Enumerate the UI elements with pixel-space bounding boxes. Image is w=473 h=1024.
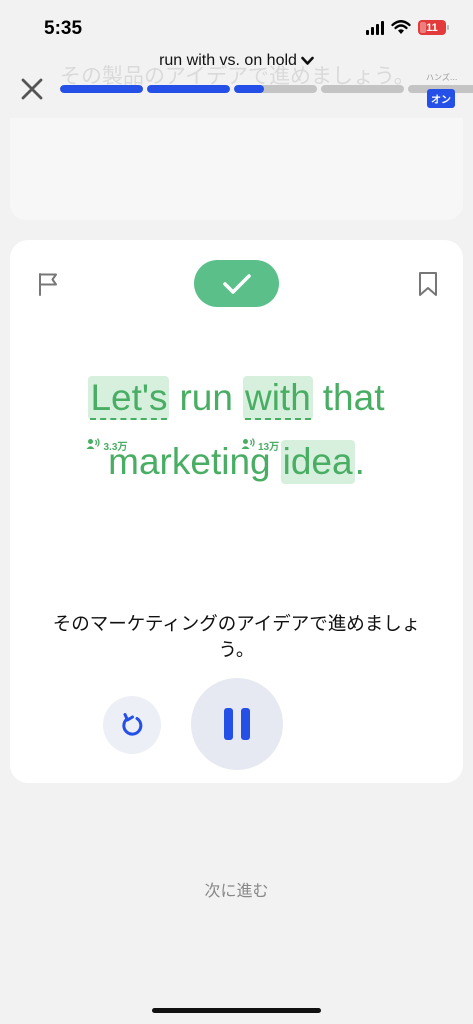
- bookmark-icon[interactable]: [417, 271, 439, 297]
- progress-segment: [234, 85, 317, 93]
- word-text: .: [354, 441, 365, 482]
- pause-icon: [224, 708, 233, 740]
- sentence-line-1: Let's 3.3万 run with 13万 that: [10, 376, 463, 453]
- handsfree-toggle[interactable]: オン: [427, 89, 455, 108]
- previous-card: [10, 118, 463, 220]
- sentence-word: that: [323, 376, 385, 420]
- wifi-icon: [391, 20, 411, 34]
- correct-badge: [194, 260, 279, 307]
- flag-icon[interactable]: [36, 271, 60, 297]
- word-text: Let's: [90, 377, 168, 420]
- status-icons: 11: [366, 20, 449, 35]
- lesson-progress: [60, 85, 473, 93]
- status-bar: 5:35 11: [0, 0, 473, 54]
- status-time: 5:35: [44, 18, 83, 39]
- highlighted-word[interactable]: with 13万: [241, 376, 313, 453]
- word-text: that: [322, 377, 385, 418]
- check-icon: [222, 273, 251, 294]
- handsfree-label: ハンズ...: [426, 73, 458, 82]
- highlighted-word[interactable]: Let's 3.3万: [86, 376, 170, 453]
- home-indicator[interactable]: [152, 1008, 321, 1013]
- word-text: marketing: [108, 441, 271, 482]
- battery-icon: 11: [418, 20, 449, 35]
- signal-icon: [366, 20, 384, 35]
- lesson-title: run with vs. on hold: [159, 52, 297, 69]
- next-button[interactable]: 次に進む: [0, 877, 473, 901]
- highlighted-word[interactable]: idea: [280, 440, 355, 484]
- sentence-line-2: marketing idea.: [10, 440, 463, 484]
- translation-text: そのマーケティングのアイデアで進めましょう。: [52, 614, 421, 661]
- close-icon[interactable]: [18, 75, 46, 103]
- word-text: run: [179, 377, 233, 418]
- word-text: idea: [282, 441, 353, 482]
- progress-segment: [321, 85, 404, 93]
- sentence-word: .: [355, 440, 365, 484]
- sentence-word: run: [179, 376, 232, 420]
- sentence-word: marketing: [108, 440, 270, 484]
- replay-icon: [122, 713, 143, 736]
- pause-icon-bar: [241, 708, 250, 740]
- chevron-down-icon: [301, 56, 314, 65]
- lesson-title-dropdown[interactable]: run with vs. on hold: [0, 52, 473, 70]
- battery-level: 11: [426, 21, 438, 34]
- sentence-card: Let's 3.3万 run with 13万 that marketing idea. そ…: [10, 240, 463, 783]
- pause-button[interactable]: [191, 678, 283, 770]
- progress-segment: [60, 85, 143, 93]
- word-text: with: [244, 377, 311, 420]
- replay-button[interactable]: [103, 696, 161, 754]
- progress-segment: [147, 85, 230, 93]
